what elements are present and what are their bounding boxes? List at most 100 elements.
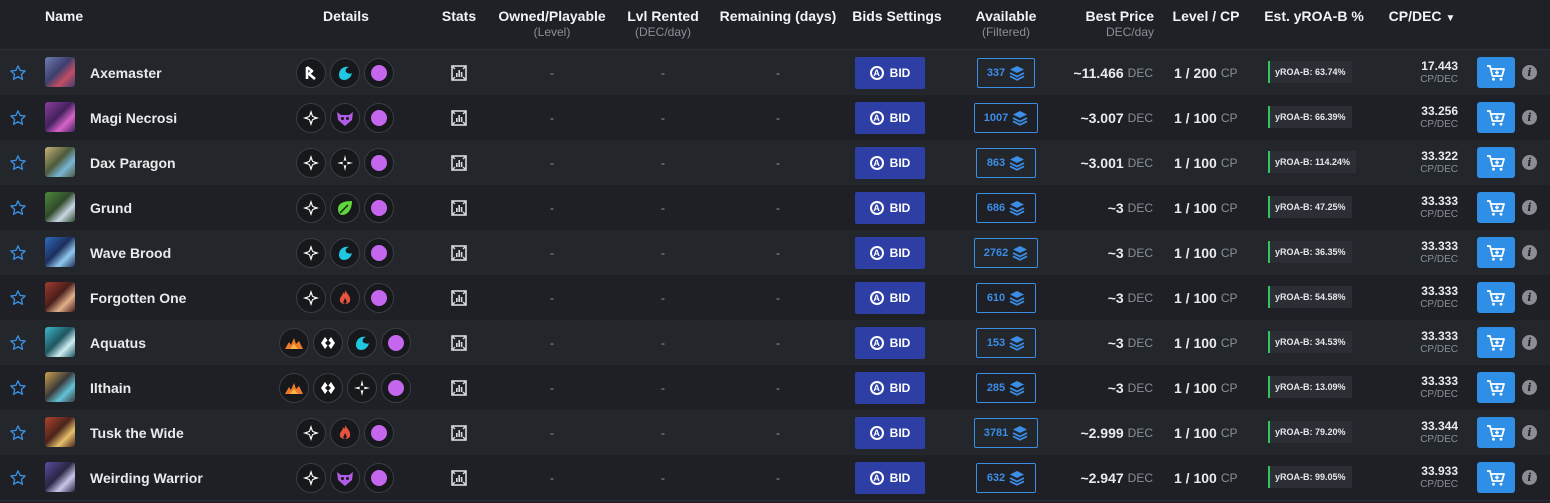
available-button[interactable]: 2762 (974, 238, 1038, 268)
stats-icon[interactable] (448, 320, 470, 365)
card-name[interactable]: Magi Necrosi (90, 95, 177, 140)
card-name[interactable]: Tusk the Wide (90, 410, 184, 455)
bid-button[interactable]: A BID (855, 327, 925, 359)
info-icon[interactable]: i (1522, 470, 1537, 485)
stats-icon[interactable] (448, 140, 470, 185)
card-name[interactable]: Axemaster (90, 50, 162, 95)
stats-icon[interactable] (448, 365, 470, 410)
header-cpdec[interactable]: CP/DEC ▼ (1386, 8, 1458, 27)
available-count: 337 (986, 67, 1006, 79)
cp-dec-unit: CP/DEC (1420, 343, 1458, 355)
card-name[interactable]: Wave Brood (90, 230, 171, 275)
card-details-icons (275, 140, 415, 185)
card-name[interactable]: Dax Paragon (90, 140, 176, 185)
bid-button[interactable]: A BID (855, 417, 925, 449)
header-level-cp[interactable]: Level / CP (1168, 8, 1244, 24)
card-details-icons (275, 365, 415, 410)
info-icon[interactable]: i (1522, 425, 1537, 440)
favorite-star-icon[interactable] (9, 455, 27, 500)
add-to-cart-button[interactable] (1477, 462, 1515, 493)
add-to-cart-button[interactable] (1477, 282, 1515, 313)
available-button[interactable]: 686 (976, 193, 1036, 223)
stats-icon[interactable] (448, 95, 470, 140)
stats-icon[interactable] (448, 410, 470, 455)
bid-button[interactable]: A BID (855, 57, 925, 89)
stats-icon[interactable] (448, 275, 470, 320)
favorite-star-icon[interactable] (9, 275, 27, 320)
purple-orb-icon (364, 282, 394, 313)
add-to-cart-button[interactable] (1477, 57, 1515, 88)
favorite-star-icon[interactable] (9, 365, 27, 410)
stack-icon (1012, 245, 1028, 261)
header-best-price[interactable]: Best Price DEC/day (1074, 8, 1154, 40)
header-owned[interactable]: Owned/Playable (Level) (492, 8, 612, 40)
purple-orb-icon (364, 147, 394, 178)
add-to-cart-button[interactable] (1477, 102, 1515, 133)
header-rented[interactable]: Lvl Rented (DEC/day) (622, 8, 704, 40)
card-avatar (45, 192, 75, 222)
cp-dec: 33.933 CP/DEC (1378, 455, 1458, 500)
owned-playable-value: - (550, 155, 554, 170)
life-icon (330, 147, 360, 178)
card-name[interactable]: Weirding Warrior (90, 455, 203, 500)
info-icon[interactable]: i (1522, 290, 1537, 305)
favorite-star-icon[interactable] (9, 50, 27, 95)
available-button[interactable]: 153 (976, 328, 1036, 358)
info-icon[interactable]: i (1522, 110, 1537, 125)
available-button[interactable]: 285 (976, 373, 1036, 403)
stats-icon[interactable] (448, 230, 470, 275)
card-name[interactable]: Ilthain (90, 365, 131, 410)
bid-button[interactable]: A BID (855, 372, 925, 404)
death-icon (330, 102, 360, 133)
bid-button[interactable]: A BID (855, 462, 925, 494)
add-to-cart-button[interactable] (1477, 147, 1515, 178)
available-button[interactable]: 337 (977, 58, 1035, 88)
bid-button[interactable]: A BID (855, 147, 925, 179)
card-name[interactable]: Aquatus (90, 320, 146, 365)
add-to-cart-button[interactable] (1477, 372, 1515, 403)
info-icon[interactable]: i (1522, 65, 1537, 80)
add-to-cart-button[interactable] (1477, 192, 1515, 223)
favorite-star-icon[interactable] (9, 95, 27, 140)
favorite-star-icon[interactable] (9, 185, 27, 230)
header-yroa[interactable]: Est. yROA-B % (1262, 8, 1366, 24)
info-icon[interactable]: i (1522, 155, 1537, 170)
remaining-days-value: - (776, 380, 780, 395)
available-count: 3781 (983, 427, 1009, 439)
stats-icon[interactable] (448, 50, 470, 95)
available-button[interactable]: 632 (976, 463, 1036, 493)
favorite-star-icon[interactable] (9, 320, 27, 365)
stats-icon[interactable] (448, 455, 470, 500)
available-button[interactable]: 610 (976, 283, 1036, 313)
available-button[interactable]: 3781 (974, 418, 1038, 448)
bid-button[interactable]: A BID (855, 282, 925, 314)
add-to-cart-button[interactable] (1477, 417, 1515, 448)
header-details: Details (323, 8, 369, 24)
available-button[interactable]: 1007 (974, 103, 1038, 133)
available-button[interactable]: 863 (976, 148, 1036, 178)
yroa-badge: yROA-B: 63.74% (1268, 61, 1352, 83)
bid-button[interactable]: A BID (855, 192, 925, 224)
add-to-cart-button[interactable] (1477, 237, 1515, 268)
header-remaining[interactable]: Remaining (days) (716, 8, 840, 24)
header-name[interactable]: Name (45, 8, 83, 24)
earth-icon (330, 192, 360, 223)
add-to-cart-button[interactable] (1477, 327, 1515, 358)
card-name[interactable]: Grund (90, 185, 132, 230)
favorite-star-icon[interactable] (9, 230, 27, 275)
info-icon[interactable]: i (1522, 245, 1537, 260)
cp-dec-unit: CP/DEC (1420, 208, 1458, 220)
card-name[interactable]: Forgotten One (90, 275, 186, 320)
info-icon[interactable]: i (1522, 200, 1537, 215)
info-icon[interactable]: i (1522, 335, 1537, 350)
header-available[interactable]: Available (Filtered) (966, 8, 1046, 40)
bid-button[interactable]: A BID (855, 237, 925, 269)
favorite-star-icon[interactable] (9, 140, 27, 185)
favorite-star-icon[interactable] (9, 410, 27, 455)
stack-icon (1009, 470, 1025, 486)
owned-playable-value: - (550, 65, 554, 80)
bid-button[interactable]: A BID (855, 102, 925, 134)
best-price: ~2.947 DEC (1080, 455, 1153, 500)
stats-icon[interactable] (448, 185, 470, 230)
info-icon[interactable]: i (1522, 380, 1537, 395)
